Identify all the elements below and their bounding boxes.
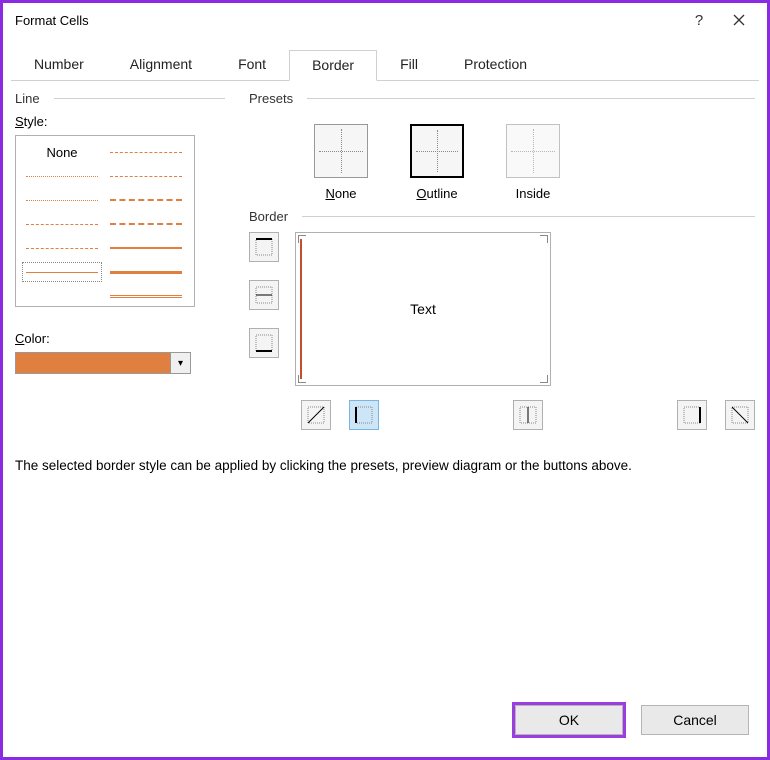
line-style-6[interactable] xyxy=(21,285,103,307)
help-button[interactable]: ? xyxy=(679,5,719,35)
color-swatch xyxy=(16,353,170,373)
border-diag-up-button[interactable] xyxy=(301,400,331,430)
line-style-8[interactable] xyxy=(105,141,187,163)
line-style-10[interactable] xyxy=(105,189,187,211)
border-right-button[interactable] xyxy=(677,400,707,430)
line-style-none[interactable]: None xyxy=(21,141,103,163)
line-style-3[interactable] xyxy=(21,213,103,235)
border-group-label: Border xyxy=(249,209,296,224)
ok-button[interactable]: OK xyxy=(515,705,623,735)
line-style-13[interactable] xyxy=(105,261,187,283)
dropdown-arrow-icon: ▾ xyxy=(170,353,190,373)
tab-fill[interactable]: Fill xyxy=(377,49,441,80)
line-style-5[interactable] xyxy=(21,261,103,283)
preset-outline[interactable]: Outline xyxy=(403,124,471,201)
preview-left-border xyxy=(300,239,302,379)
line-style-2[interactable] xyxy=(21,189,103,211)
tab-alignment[interactable]: Alignment xyxy=(107,49,215,80)
title-bar: Format Cells ? xyxy=(3,3,767,37)
border-bottom-button[interactable] xyxy=(249,328,279,358)
cancel-button[interactable]: Cancel xyxy=(641,705,749,735)
line-style-11[interactable] xyxy=(105,213,187,235)
line-style-12[interactable] xyxy=(105,237,187,259)
close-icon xyxy=(733,14,745,26)
line-style-1[interactable] xyxy=(21,165,103,187)
line-group-label: Line xyxy=(15,91,48,106)
format-cells-dialog: Format Cells ? Number Alignment Font Bor… xyxy=(0,0,770,760)
dialog-title: Format Cells xyxy=(15,13,679,28)
border-left-button[interactable] xyxy=(349,400,379,430)
preset-inside[interactable]: Inside xyxy=(499,124,567,201)
tabs: Number Alignment Font Border Fill Protec… xyxy=(11,49,759,81)
border-preview[interactable]: Text xyxy=(295,232,551,386)
close-button[interactable] xyxy=(719,5,759,35)
tab-font[interactable]: Font xyxy=(215,49,289,80)
line-style-grid: None xyxy=(15,135,195,307)
presets-group-label: Presets xyxy=(249,91,301,106)
color-label: Color: xyxy=(15,331,225,346)
line-style-4[interactable] xyxy=(21,237,103,259)
style-label: Style: xyxy=(15,114,225,129)
preset-none[interactable]: None xyxy=(307,124,375,201)
border-middle-v-button[interactable] xyxy=(513,400,543,430)
line-style-9[interactable] xyxy=(105,165,187,187)
preview-text: Text xyxy=(410,301,436,317)
hint-text: The selected border style can be applied… xyxy=(15,458,755,473)
line-style-14[interactable] xyxy=(105,285,187,307)
border-diag-down-button[interactable] xyxy=(725,400,755,430)
tab-border[interactable]: Border xyxy=(289,50,377,81)
tab-number[interactable]: Number xyxy=(11,49,107,80)
color-picker[interactable]: ▾ xyxy=(15,352,191,374)
border-middle-h-button[interactable] xyxy=(249,280,279,310)
border-top-button[interactable] xyxy=(249,232,279,262)
tab-protection[interactable]: Protection xyxy=(441,49,550,80)
